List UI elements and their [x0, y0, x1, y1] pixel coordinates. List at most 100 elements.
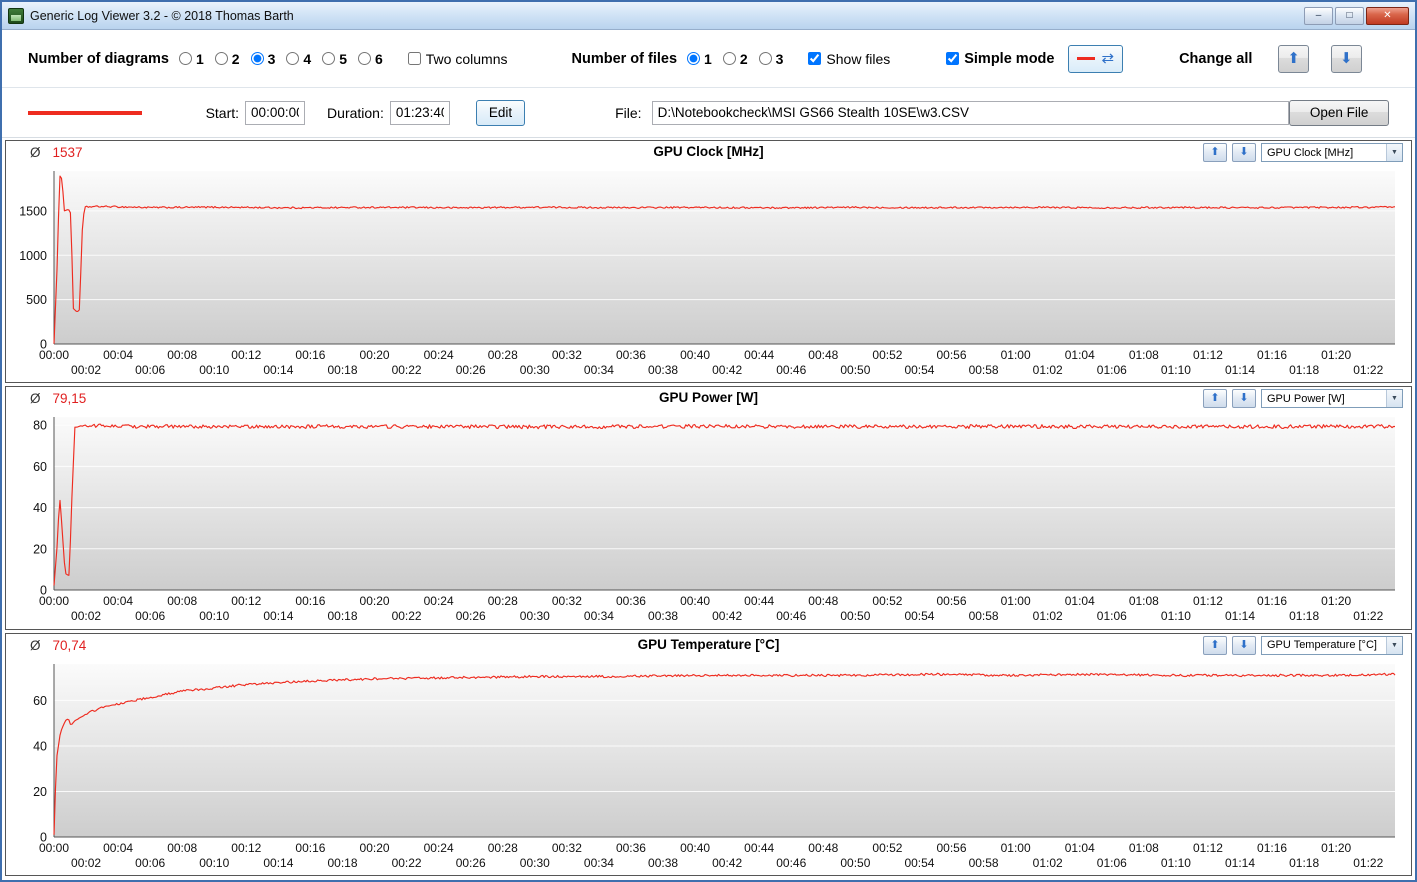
svg-text:00:16: 00:16 — [295, 841, 325, 855]
show-files-checkbox-input[interactable] — [808, 52, 821, 65]
svg-text:01:06: 01:06 — [1097, 856, 1127, 870]
svg-text:00:18: 00:18 — [327, 609, 357, 623]
file-count-radio-2[interactable] — [723, 52, 736, 65]
svg-text:00:12: 00:12 — [231, 594, 261, 608]
chart-plot-gpu-clock: 05001000150000:0000:0200:0400:0600:0800:… — [6, 165, 1411, 382]
svg-text:80: 80 — [33, 419, 47, 433]
diagram-count-option-1[interactable]: 1 — [179, 51, 204, 67]
x-axis-labels: 00:0000:0200:0400:0600:0800:1000:1200:14… — [39, 348, 1384, 377]
svg-text:00:08: 00:08 — [167, 841, 197, 855]
change-all-up-button[interactable]: ⬆ — [1278, 45, 1309, 73]
color-refresh-button[interactable]: ⇄ — [1068, 45, 1123, 73]
diagram-count-radio-2[interactable] — [215, 52, 228, 65]
svg-text:500: 500 — [26, 293, 47, 307]
chart-controls: ⬆ ⬇ GPU Temperature [°C] ▼ — [1203, 636, 1403, 655]
simple-mode-checkbox[interactable]: Simple mode — [946, 51, 1054, 67]
move-chart-up-button[interactable]: ⬆ — [1203, 143, 1227, 162]
arrow-up-icon: ⬆ — [1210, 393, 1219, 404]
diagram-count-radio-5[interactable] — [322, 52, 335, 65]
measurement-select[interactable]: GPU Clock [MHz] ▼ — [1261, 143, 1403, 162]
diagram-count-option-2[interactable]: 2 — [215, 51, 240, 67]
maximize-button[interactable]: □ — [1335, 7, 1364, 25]
open-file-button[interactable]: Open File — [1289, 100, 1389, 126]
chart-panel-gpu-temperature: Ø70,74 GPU Temperature [°C] ⬆ ⬇ GPU Temp… — [5, 633, 1412, 876]
move-chart-down-button[interactable]: ⬇ — [1232, 143, 1256, 162]
start-input[interactable] — [245, 101, 305, 125]
svg-text:01:02: 01:02 — [1033, 856, 1063, 870]
number-of-files-label: Number of files — [571, 51, 677, 67]
change-all-label: Change all — [1179, 51, 1252, 67]
svg-text:00:34: 00:34 — [584, 856, 614, 870]
diagram-count-radio-4[interactable] — [286, 52, 299, 65]
svg-text:00:30: 00:30 — [520, 363, 550, 377]
diagram-count-radio-3[interactable] — [251, 52, 264, 65]
svg-text:01:12: 01:12 — [1193, 594, 1223, 608]
diagram-count-radio-6[interactable] — [358, 52, 371, 65]
chart-plot-gpu-temperature: 020406000:0000:0200:0400:0600:0800:1000:… — [6, 658, 1411, 875]
duration-input[interactable] — [390, 101, 450, 125]
move-chart-up-button[interactable]: ⬆ — [1203, 636, 1227, 655]
file-count-radio-3[interactable] — [759, 52, 772, 65]
svg-text:00:06: 00:06 — [135, 856, 165, 870]
svg-text:01:14: 01:14 — [1225, 363, 1255, 377]
show-files-checkbox[interactable]: Show files — [808, 51, 890, 67]
file-count-label: 2 — [740, 51, 748, 67]
diagram-count-option-5[interactable]: 5 — [322, 51, 347, 67]
svg-text:00:04: 00:04 — [103, 594, 133, 608]
svg-text:00:48: 00:48 — [808, 348, 838, 362]
chart-header: Ø70,74 GPU Temperature [°C] ⬆ ⬇ GPU Temp… — [6, 634, 1411, 658]
start-label: Start: — [206, 105, 239, 121]
diagram-count-option-3[interactable]: 3 — [251, 51, 276, 67]
svg-text:00:42: 00:42 — [712, 363, 742, 377]
svg-text:01:10: 01:10 — [1161, 856, 1191, 870]
svg-text:60: 60 — [33, 460, 47, 474]
diagram-count-label: 2 — [232, 51, 240, 67]
svg-text:00:36: 00:36 — [616, 594, 646, 608]
svg-text:00:22: 00:22 — [392, 856, 422, 870]
file-count-option-1[interactable]: 1 — [687, 51, 712, 67]
svg-text:00:30: 00:30 — [520, 856, 550, 870]
file-path-input[interactable] — [652, 101, 1290, 125]
svg-text:1000: 1000 — [19, 249, 47, 263]
svg-text:00:44: 00:44 — [744, 348, 774, 362]
diagram-count-option-6[interactable]: 6 — [358, 51, 383, 67]
svg-text:00:30: 00:30 — [520, 609, 550, 623]
move-chart-down-button[interactable]: ⬇ — [1232, 389, 1256, 408]
svg-text:00:40: 00:40 — [680, 594, 710, 608]
svg-text:01:22: 01:22 — [1353, 856, 1383, 870]
svg-text:00:26: 00:26 — [456, 856, 486, 870]
diagram-count-radio-1[interactable] — [179, 52, 192, 65]
diagram-count-label: 4 — [303, 51, 311, 67]
chart-plot-gpu-power: 02040608000:0000:0200:0400:0600:0800:100… — [6, 411, 1411, 628]
svg-text:00:14: 00:14 — [263, 609, 293, 623]
change-all-down-button[interactable]: ⬇ — [1331, 45, 1362, 73]
svg-text:00:46: 00:46 — [776, 363, 806, 377]
svg-text:00:04: 00:04 — [103, 348, 133, 362]
svg-text:00:48: 00:48 — [808, 594, 838, 608]
svg-text:00:44: 00:44 — [744, 594, 774, 608]
svg-text:20: 20 — [33, 543, 47, 557]
move-chart-up-button[interactable]: ⬆ — [1203, 389, 1227, 408]
file-count-radio-1[interactable] — [687, 52, 700, 65]
file-count-option-2[interactable]: 2 — [723, 51, 748, 67]
edit-button[interactable]: Edit — [476, 100, 525, 126]
two-columns-checkbox[interactable]: Two columns — [408, 51, 508, 67]
svg-text:00:38: 00:38 — [648, 363, 678, 377]
svg-text:01:06: 01:06 — [1097, 363, 1127, 377]
y-axis-labels: 050010001500 — [19, 204, 47, 351]
file-count-option-3[interactable]: 3 — [759, 51, 784, 67]
simple-mode-checkbox-input[interactable] — [946, 52, 959, 65]
svg-text:00:34: 00:34 — [584, 609, 614, 623]
chart-controls: ⬆ ⬇ GPU Clock [MHz] ▼ — [1203, 143, 1403, 162]
measurement-select[interactable]: GPU Power [W] ▼ — [1261, 389, 1403, 408]
close-button[interactable]: ✕ — [1366, 7, 1409, 25]
svg-text:00:52: 00:52 — [872, 841, 902, 855]
two-columns-checkbox-input[interactable] — [408, 52, 421, 65]
measurement-select[interactable]: GPU Temperature [°C] ▼ — [1261, 636, 1403, 655]
move-chart-down-button[interactable]: ⬇ — [1232, 636, 1256, 655]
show-files-label: Show files — [826, 51, 890, 67]
window-title: Generic Log Viewer 3.2 - © 2018 Thomas B… — [30, 9, 294, 23]
chevron-down-icon: ▼ — [1386, 144, 1402, 161]
minimize-button[interactable]: – — [1304, 7, 1333, 25]
diagram-count-option-4[interactable]: 4 — [286, 51, 311, 67]
